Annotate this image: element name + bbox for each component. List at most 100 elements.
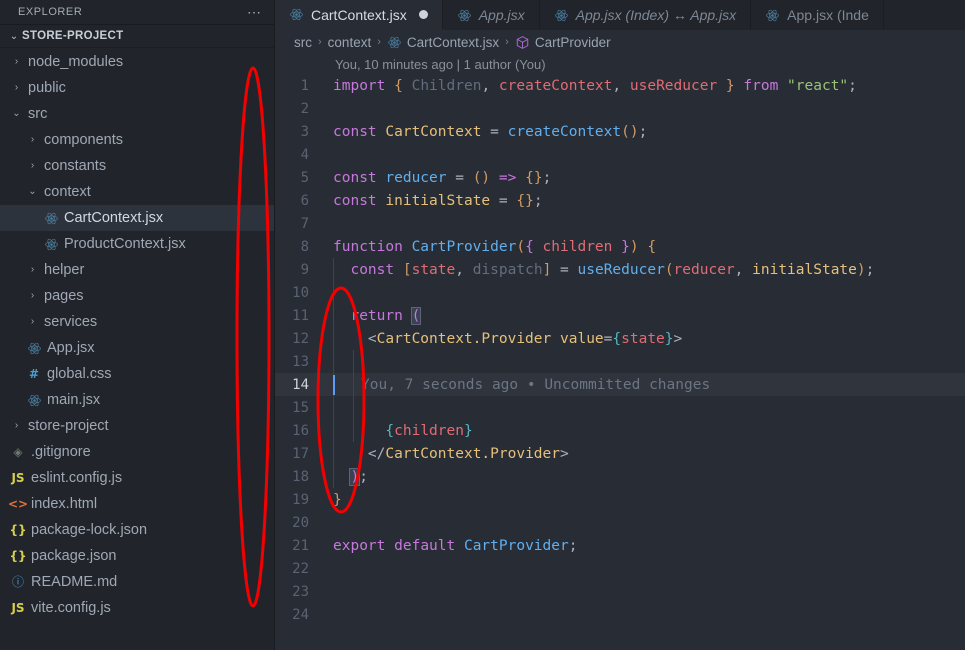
editor-tab-0[interactable]: CartContext.jsx xyxy=(275,0,443,30)
breadcrumb-item-1[interactable]: context xyxy=(328,35,372,50)
vscode-window: EXPLORER ⋯ ⌄ STORE-PROJECT › node_modules… xyxy=(0,0,965,650)
indent-guide xyxy=(333,442,334,465)
line-number: 13 xyxy=(292,353,309,370)
tree-item-label: services xyxy=(44,314,98,330)
tree-item-gitignore[interactable]: ◈ .gitignore xyxy=(0,439,274,465)
tree-item-pages[interactable]: › pages xyxy=(0,283,274,309)
breadcrumb-label: context xyxy=(327,34,372,50)
breadcrumb-item-3[interactable]: CartProvider xyxy=(515,35,611,50)
code-line-16[interactable]: 16 {children} xyxy=(275,419,965,442)
code-line-23[interactable]: 23 xyxy=(275,580,965,603)
js-file-icon: JS xyxy=(11,471,25,485)
indent-guide xyxy=(333,396,334,419)
code-line-18[interactable]: 18 ); xyxy=(275,465,965,488)
code-editor[interactable]: 1 import { Children, createContext, useRe… xyxy=(275,74,965,650)
breadcrumb-item-0[interactable]: src xyxy=(294,35,312,50)
code-text: export default CartProvider; xyxy=(333,537,578,554)
tree-item-label: global.css xyxy=(47,366,112,382)
tree-item-context[interactable]: ⌄ context xyxy=(0,179,274,205)
tree-item-readme-md[interactable]: ⓘ README.md xyxy=(0,569,274,595)
unsaved-indicator-icon[interactable] xyxy=(418,10,428,19)
explorer-title: EXPLORER xyxy=(18,6,83,18)
breadcrumb-label: CartProvider xyxy=(534,34,611,50)
indent-guide xyxy=(333,465,334,488)
code-line-10[interactable]: 10 xyxy=(275,281,965,304)
tree-item-cartcontext-jsx[interactable]: CartContext.jsx xyxy=(0,205,274,231)
chevron-right-icon: › xyxy=(14,420,19,431)
indent-guide xyxy=(333,281,334,304)
line-number: 24 xyxy=(292,606,309,623)
code-line-1[interactable]: 1 import { Children, createContext, useRe… xyxy=(275,74,965,97)
line-number: 1 xyxy=(300,77,309,94)
code-line-4[interactable]: 4 xyxy=(275,143,965,166)
line-number: 10 xyxy=(292,284,309,301)
code-text: <CartContext.Provider value={state}> xyxy=(367,330,683,347)
chevron-right-icon: › xyxy=(30,290,35,301)
code-line-12[interactable]: 12 <CartContext.Provider value={state}> xyxy=(275,327,965,350)
code-line-13[interactable]: 13 xyxy=(275,350,965,373)
tree-item-label: components xyxy=(44,132,123,148)
tree-item-node-modules[interactable]: › node_modules xyxy=(0,49,274,75)
code-line-17[interactable]: 17 </CartContext.Provider> xyxy=(275,442,965,465)
indent-guide xyxy=(333,350,334,373)
code-line-15[interactable]: 15 xyxy=(275,396,965,419)
tree-item-public[interactable]: › public xyxy=(0,75,274,101)
tree-item-store-project[interactable]: › store-project xyxy=(0,413,274,439)
line-number: 6 xyxy=(300,192,309,209)
json-file-icon: {} xyxy=(9,523,27,537)
line-number: 12 xyxy=(292,330,309,347)
tree-item-productcontext-jsx[interactable]: ProductContext.jsx xyxy=(0,231,274,257)
indent-guide xyxy=(353,396,354,419)
line-number: 16 xyxy=(292,422,309,439)
symbol-cube-icon xyxy=(515,35,530,50)
tree-item-eslint-config-js[interactable]: JS eslint.config.js xyxy=(0,465,274,491)
code-line-21[interactable]: 21 export default CartProvider; xyxy=(275,534,965,557)
tree-item-components[interactable]: › components xyxy=(0,127,274,153)
css-file-icon: # xyxy=(28,367,40,381)
indent-guide xyxy=(333,258,334,281)
tree-item-services[interactable]: › services xyxy=(0,309,274,335)
code-line-22[interactable]: 22 xyxy=(275,557,965,580)
more-actions-icon[interactable]: ⋯ xyxy=(247,5,262,19)
chevron-down-icon: ⌄ xyxy=(12,108,21,119)
code-line-5[interactable]: 5 const reducer = () => {}; xyxy=(275,166,965,189)
line-number: 18 xyxy=(292,468,309,485)
tree-item-app-jsx[interactable]: App.jsx xyxy=(0,335,274,361)
tree-item-constants[interactable]: › constants xyxy=(0,153,274,179)
workspace-root-row[interactable]: ⌄ STORE-PROJECT xyxy=(0,24,274,48)
workspace-root-label: STORE-PROJECT xyxy=(22,30,124,42)
code-line-7[interactable]: 7 xyxy=(275,212,965,235)
tree-item-src[interactable]: ⌄ src xyxy=(0,101,274,127)
inline-blame-annotation: You, 7 seconds ago • Uncommitted changes xyxy=(361,376,711,393)
tree-item-global-css[interactable]: # global.css xyxy=(0,361,274,387)
code-line-3[interactable]: 3 const CartContext = createContext(); xyxy=(275,120,965,143)
code-line-9[interactable]: 9 const [state, dispatch] = useReducer(r… xyxy=(275,258,965,281)
code-line-14[interactable]: 14 You, 7 seconds ago • Uncommitted chang… xyxy=(275,373,965,396)
editor-tab-3[interactable]: App.jsx (Inde xyxy=(751,0,884,30)
editor-tab-1[interactable]: App.jsx xyxy=(442,0,540,30)
tree-item-helper[interactable]: › helper xyxy=(0,257,274,283)
tree-item-label: src xyxy=(28,106,48,122)
indent-guide xyxy=(353,373,354,396)
tree-item-main-jsx[interactable]: main.jsx xyxy=(0,387,274,413)
chevron-down-icon: ⌄ xyxy=(9,30,19,42)
code-line-11[interactable]: 11 return ( xyxy=(275,304,965,327)
code-line-8[interactable]: 8 function CartProvider({ children }) { xyxy=(275,235,965,258)
code-line-24[interactable]: 24 xyxy=(275,603,965,626)
code-line-19[interactable]: 19} xyxy=(275,488,965,511)
chevron-right-icon: › xyxy=(30,264,35,275)
tree-item-package-json[interactable]: {} package.json xyxy=(0,543,274,569)
code-text: </CartContext.Provider> xyxy=(367,445,569,462)
code-line-20[interactable]: 20 xyxy=(275,511,965,534)
tree-item-package-lock-json[interactable]: {} package-lock.json xyxy=(0,517,274,543)
tree-item-label: package-lock.json xyxy=(31,522,148,538)
tree-item-label: package.json xyxy=(31,548,117,564)
code-line-2[interactable]: 2 xyxy=(275,97,965,120)
code-line-6[interactable]: 6 const initialState = {}; xyxy=(275,189,965,212)
breadcrumb-separator: › xyxy=(377,36,381,48)
tree-item-index-html[interactable]: <> index.html xyxy=(0,491,274,517)
breadcrumb-item-2[interactable]: CartContext.jsx xyxy=(387,35,499,50)
tree-item-vite-config-js[interactable]: JS vite.config.js xyxy=(0,595,274,621)
editor-tab-2[interactable]: App.jsx (Index) ↔ App.jsx xyxy=(539,0,752,30)
tree-item-label: index.html xyxy=(31,496,98,512)
